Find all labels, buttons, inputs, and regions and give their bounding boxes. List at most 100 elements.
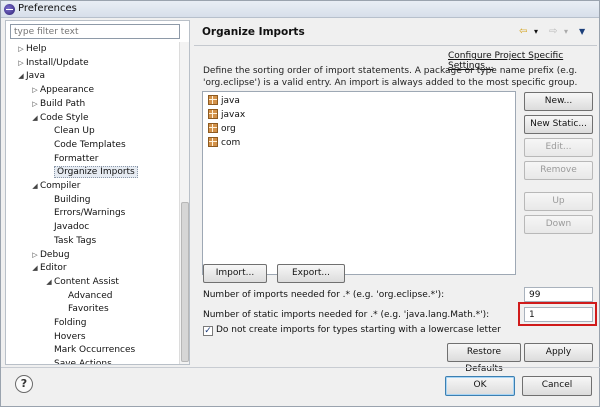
expand-icon[interactable]: ▷ bbox=[30, 83, 40, 97]
tree-item-organize-imports[interactable]: Organize Imports bbox=[44, 165, 138, 179]
tree-item-label: Code Templates bbox=[54, 139, 126, 150]
back-arrow-icon[interactable]: ⇦ bbox=[519, 25, 527, 39]
tree-item-javadoc[interactable]: Javadoc bbox=[44, 220, 89, 234]
tree-scrollbar[interactable] bbox=[179, 42, 189, 364]
cancel-button[interactable]: Cancel bbox=[522, 376, 592, 396]
highlight-box bbox=[518, 302, 597, 326]
lowercase-types-label[interactable]: Do not create imports for types starting… bbox=[216, 325, 501, 335]
view-menu-icon[interactable]: ▼ bbox=[579, 25, 585, 39]
imports-threshold-label: Number of imports needed for .* (e.g. 'o… bbox=[203, 290, 445, 300]
help-icon[interactable]: ? bbox=[15, 375, 33, 393]
import-button[interactable]: Import... bbox=[203, 264, 267, 283]
page-description: Define the sorting order of import state… bbox=[203, 66, 578, 88]
tree-item-label: Compiler bbox=[40, 181, 81, 191]
tree-item-help[interactable]: ▷ Help bbox=[16, 42, 47, 56]
expand-icon[interactable]: ▷ bbox=[16, 56, 26, 70]
collapse-icon[interactable]: ◢ bbox=[30, 261, 40, 275]
expand-icon[interactable]: ▷ bbox=[30, 97, 40, 111]
page-title: Organize Imports bbox=[202, 26, 305, 38]
import-group-label: org bbox=[221, 124, 236, 134]
tree-item-label: Building bbox=[54, 194, 91, 205]
back-menu-icon[interactable]: ▾ bbox=[534, 25, 538, 39]
tree-item-label: Formatter bbox=[54, 153, 99, 164]
tree-item-errors-warnings[interactable]: Errors/Warnings bbox=[44, 206, 125, 220]
tree-item-label: Debug bbox=[40, 249, 70, 260]
up-button[interactable]: Up bbox=[524, 192, 593, 211]
page-navigation: ⇦ ▾ ⇨ ▾ ▼ bbox=[519, 25, 594, 39]
tree-item-label: Help bbox=[26, 44, 47, 54]
tree-item-label: Install/Update bbox=[26, 57, 89, 68]
tree-item-label: Favorites bbox=[68, 304, 109, 315]
lowercase-types-checkbox[interactable]: ✓ bbox=[203, 326, 213, 336]
collapse-icon[interactable]: ◢ bbox=[30, 111, 40, 125]
eclipse-icon bbox=[4, 4, 15, 15]
tree-item-code-style[interactable]: ◢ Code Style bbox=[30, 111, 89, 125]
title-bar[interactable]: Preferences bbox=[1, 1, 599, 18]
restore-defaults-button[interactable]: Restore Defaults bbox=[447, 343, 521, 374]
tree-item-content-assist[interactable]: ◢ Content Assist bbox=[44, 275, 119, 289]
tree-item-label: Code Style bbox=[40, 112, 89, 123]
expand-icon[interactable]: ▷ bbox=[16, 42, 26, 56]
tree-item-java[interactable]: ◢ Java bbox=[16, 69, 45, 83]
tree-item-clean-up[interactable]: Clean Up bbox=[44, 124, 95, 138]
edit-button[interactable]: Edit... bbox=[524, 138, 593, 157]
tree-item-label: Content Assist bbox=[54, 276, 119, 287]
list-item[interactable]: org bbox=[208, 122, 236, 136]
tree-item-building[interactable]: Building bbox=[44, 193, 91, 207]
down-button[interactable]: Down bbox=[524, 215, 593, 234]
tree-item-label: Advanced bbox=[68, 290, 113, 301]
collapse-icon[interactable]: ◢ bbox=[44, 275, 54, 289]
tree-item-editor[interactable]: ◢ Editor bbox=[30, 261, 67, 275]
tree-item-appearance[interactable]: ▷ Appearance bbox=[30, 83, 94, 97]
tree-item-label: Folding bbox=[54, 318, 87, 328]
import-group-label: java bbox=[221, 96, 240, 106]
footer-separator bbox=[1, 367, 600, 368]
preference-page: Organize Imports ⇦ ▾ ⇨ ▾ ▼ Configure Pro… bbox=[194, 20, 597, 374]
tree-item-install-update[interactable]: ▷ Install/Update bbox=[16, 56, 89, 70]
import-group-label: javax bbox=[221, 110, 246, 120]
apply-button[interactable]: Apply bbox=[524, 343, 593, 362]
tree-item-label: Editor bbox=[40, 263, 67, 274]
tree-scrollbar-thumb[interactable] bbox=[181, 202, 189, 362]
tree-item-label: Organize Imports bbox=[54, 166, 138, 179]
tree-item-label: Java bbox=[26, 71, 46, 82]
tree-item-mark-occurrences[interactable]: Mark Occurrences bbox=[44, 343, 135, 357]
import-order-list[interactable]: java javax org com bbox=[202, 91, 516, 275]
tree-item-label: Errors/Warnings bbox=[54, 208, 126, 219]
export-button[interactable]: Export... bbox=[277, 264, 345, 283]
expand-icon[interactable]: ▷ bbox=[30, 248, 40, 262]
tree-item-folding[interactable]: Folding bbox=[44, 316, 87, 330]
filter-input[interactable] bbox=[10, 24, 180, 39]
tree-item-task-tags[interactable]: Task Tags bbox=[44, 234, 96, 248]
forward-arrow-icon[interactable]: ⇨ bbox=[549, 25, 557, 39]
tree-item-formatter[interactable]: Formatter bbox=[44, 152, 98, 166]
imports-threshold-input[interactable]: 99 bbox=[524, 287, 593, 302]
package-group-icon bbox=[208, 95, 218, 105]
new-button[interactable]: New... bbox=[524, 92, 593, 111]
tree-item-favorites[interactable]: Favorites bbox=[58, 302, 109, 316]
package-group-icon bbox=[208, 123, 218, 133]
tree-item-hovers[interactable]: Hovers bbox=[44, 330, 86, 344]
tree-item-label: Appearance bbox=[40, 85, 95, 96]
remove-button[interactable]: Remove bbox=[524, 161, 593, 180]
title-separator bbox=[194, 45, 597, 46]
list-item[interactable]: java bbox=[208, 94, 240, 108]
list-item[interactable]: javax bbox=[208, 108, 245, 122]
tree-item-compiler[interactable]: ◢ Compiler bbox=[30, 179, 81, 193]
package-group-icon bbox=[208, 109, 218, 119]
new-static-button[interactable]: New Static... bbox=[524, 115, 593, 134]
tree-item-save-actions[interactable]: Save Actions bbox=[44, 357, 112, 364]
tree-item-label: Mark Occurrences bbox=[54, 345, 136, 356]
collapse-icon[interactable]: ◢ bbox=[16, 69, 26, 83]
forward-menu-icon[interactable]: ▾ bbox=[564, 25, 568, 39]
tree-item-debug[interactable]: ▷ Debug bbox=[30, 248, 70, 262]
window-title: Preferences bbox=[18, 3, 77, 14]
tree-item-build-path[interactable]: ▷ Build Path bbox=[30, 97, 85, 111]
tree-item-advanced[interactable]: Advanced bbox=[58, 289, 112, 303]
package-group-icon bbox=[208, 137, 218, 147]
collapse-icon[interactable]: ◢ bbox=[30, 179, 40, 193]
tree-item-code-templates[interactable]: Code Templates bbox=[44, 138, 126, 152]
import-group-label: com bbox=[221, 138, 241, 148]
list-item[interactable]: com bbox=[208, 136, 240, 150]
ok-button[interactable]: OK bbox=[445, 376, 515, 396]
